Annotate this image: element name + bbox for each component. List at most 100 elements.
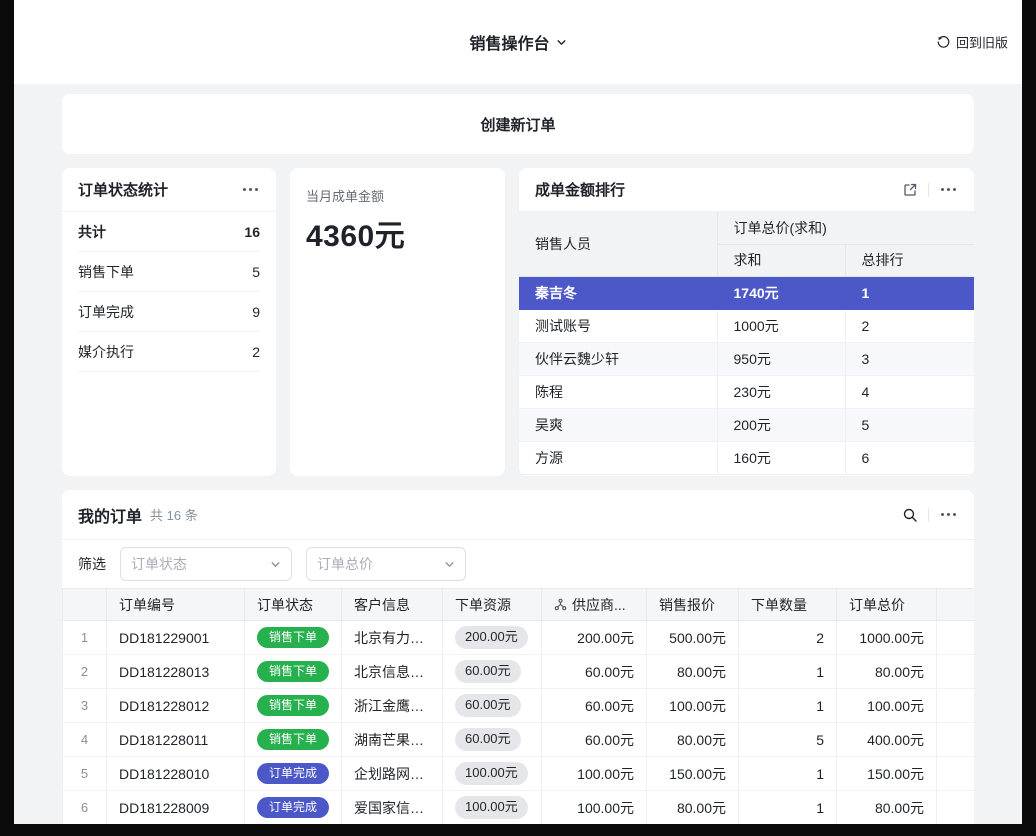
column-header-order-id[interactable]: 订单编号 <box>107 589 245 621</box>
table-row[interactable]: 3 DD181228012 销售下单 浙江金鹰卡... 60.00元 60.00… <box>63 689 975 723</box>
column-header-quote[interactable]: 销售报价 <box>647 589 739 621</box>
status-badge: 销售下单 <box>257 729 329 751</box>
export-icon[interactable] <box>902 182 918 198</box>
sum-value: 230元 <box>717 375 845 408</box>
chevron-down-icon <box>444 559 455 570</box>
column-header-supplier[interactable]: 供应商... <box>542 589 647 621</box>
chevron-down-icon <box>270 559 281 570</box>
order-status-filter-select[interactable]: 订单状态 <box>120 547 292 581</box>
column-header-customer[interactable]: 客户信息 <box>342 589 443 621</box>
qty-cell: 5 <box>739 723 837 757</box>
deal-ranking-card: 成单金额排行 销售人员 订单总价(求和) <box>519 168 974 476</box>
create-new-order-button[interactable]: 创建新订单 <box>62 94 974 154</box>
column-header-status[interactable]: 订单状态 <box>245 589 342 621</box>
ranking-row[interactable]: 吴爽 200元 5 <box>519 408 974 441</box>
more-icon[interactable] <box>249 188 252 191</box>
status-badge: 销售下单 <box>257 627 329 649</box>
customer-cell: 北京有力量... <box>342 621 443 655</box>
order-id-cell: DD181228011 <box>107 723 245 757</box>
column-header-qty[interactable]: 下单数量 <box>739 589 837 621</box>
stat-value: 9 <box>252 304 260 320</box>
quote-cell: 80.00元 <box>647 655 739 689</box>
stat-label: 共计 <box>78 222 106 242</box>
column-header-total-group[interactable]: 订单总价(求和) <box>717 212 974 244</box>
order-id-cell: DD181228009 <box>107 791 245 825</box>
topbar: 销售操作台 回到旧版 <box>14 0 1022 84</box>
table-row[interactable]: 5 DD181228010 订单完成 企划路网络... 100.00元 100.… <box>63 757 975 791</box>
ranking-row[interactable]: 测试账号 1000元 2 <box>519 309 974 342</box>
resource-pill: 100.00元 <box>455 762 528 785</box>
total-cell: 150.00元 <box>837 757 937 791</box>
tail-cell <box>937 757 975 791</box>
orders-title: 我的订单 <box>78 503 142 527</box>
qty-cell: 1 <box>739 689 837 723</box>
order-id-cell: DD181229001 <box>107 621 245 655</box>
total-cell: 80.00元 <box>837 655 937 689</box>
person-name: 陈程 <box>519 375 717 408</box>
row-index: 2 <box>63 655 107 689</box>
divider <box>928 183 929 197</box>
column-header-tail <box>937 589 975 621</box>
sum-value: 1000元 <box>717 309 845 342</box>
sum-value: 200元 <box>717 408 845 441</box>
tail-cell <box>937 723 975 757</box>
resource-pill: 100.00元 <box>455 796 528 819</box>
supplier-header-label: 供应商... <box>572 595 626 615</box>
status-badge: 销售下单 <box>257 661 329 683</box>
my-orders-card: 我的订单 共 16 条 筛选 订单状态 <box>62 490 974 824</box>
row-index: 6 <box>63 791 107 825</box>
sum-value: 160元 <box>717 441 845 474</box>
supplier-cell: 60.00元 <box>542 689 647 723</box>
app-window: 销售操作台 回到旧版 创建新订单 订单状态统计 <box>14 0 1022 824</box>
chevron-down-icon <box>556 37 567 48</box>
supplier-cell: 60.00元 <box>542 723 647 757</box>
divider <box>928 508 929 522</box>
more-icon[interactable] <box>947 188 950 191</box>
column-header-resource[interactable]: 下单资源 <box>443 589 542 621</box>
resource-pill: 60.00元 <box>455 728 521 751</box>
rank-value: 4 <box>845 375 974 408</box>
search-icon[interactable] <box>902 507 918 523</box>
table-row[interactable]: 4 DD181228011 销售下单 湖南芒果娱... 60.00元 60.00… <box>63 723 975 757</box>
table-row[interactable]: 2 DD181228013 销售下单 北京信息大... 60.00元 60.00… <box>63 655 975 689</box>
person-name: 方源 <box>519 441 717 474</box>
ranking-card-title: 成单金额排行 <box>535 179 625 200</box>
order-id-cell: DD181228010 <box>107 757 245 791</box>
order-status-stats-card: 订单状态统计 共计 16 销售下单 5 订单完成 9 <box>62 168 276 476</box>
total-cell: 400.00元 <box>837 723 937 757</box>
create-order-label: 创建新订单 <box>480 114 555 135</box>
table-row[interactable]: 6 DD181228009 订单完成 爱国家信息... 100.00元 100.… <box>63 791 975 825</box>
stat-value: 2 <box>252 344 260 360</box>
select-placeholder: 订单总价 <box>317 554 373 574</box>
more-icon[interactable] <box>947 513 950 516</box>
supplier-cell: 200.00元 <box>542 621 647 655</box>
tail-cell <box>937 621 975 655</box>
ranking-row[interactable]: 陈程 230元 4 <box>519 375 974 408</box>
customer-cell: 爱国家信息... <box>342 791 443 825</box>
orders-table: 订单编号 订单状态 客户信息 下单资源 供应商... <box>62 588 974 824</box>
ranking-row[interactable]: 伙伴云魏少轩 950元 3 <box>519 342 974 375</box>
column-header-sum[interactable]: 求和 <box>717 244 845 276</box>
table-row[interactable]: 1 DD181229001 销售下单 北京有力量... 200.00元 200.… <box>63 621 975 655</box>
column-header-rank[interactable]: 总排行 <box>845 244 974 276</box>
stat-label: 媒介执行 <box>78 342 134 362</box>
customer-cell: 北京信息大... <box>342 655 443 689</box>
column-header-total[interactable]: 订单总价 <box>837 589 937 621</box>
relation-icon <box>554 598 567 611</box>
ranking-row[interactable]: 秦吉冬 1740元 1 <box>519 276 974 309</box>
orders-count: 共 16 条 <box>150 505 198 524</box>
row-index: 5 <box>63 757 107 791</box>
column-header-person[interactable]: 销售人员 <box>519 212 717 276</box>
amount-value: 4360元 <box>306 211 489 255</box>
stat-row: 销售下单 5 <box>78 252 260 292</box>
quote-cell: 150.00元 <box>647 757 739 791</box>
order-total-filter-select[interactable]: 订单总价 <box>306 547 466 581</box>
ranking-row[interactable]: 方源 160元 6 <box>519 441 974 474</box>
supplier-cell: 60.00元 <box>542 655 647 689</box>
order-id-cell: DD181228013 <box>107 655 245 689</box>
select-placeholder: 订单状态 <box>131 554 187 574</box>
workspace-switcher[interactable]: 销售操作台 <box>469 30 566 54</box>
quote-cell: 80.00元 <box>647 723 739 757</box>
supplier-cell: 100.00元 <box>542 791 647 825</box>
back-to-old-version-button[interactable]: 回到旧版 <box>936 33 1008 52</box>
